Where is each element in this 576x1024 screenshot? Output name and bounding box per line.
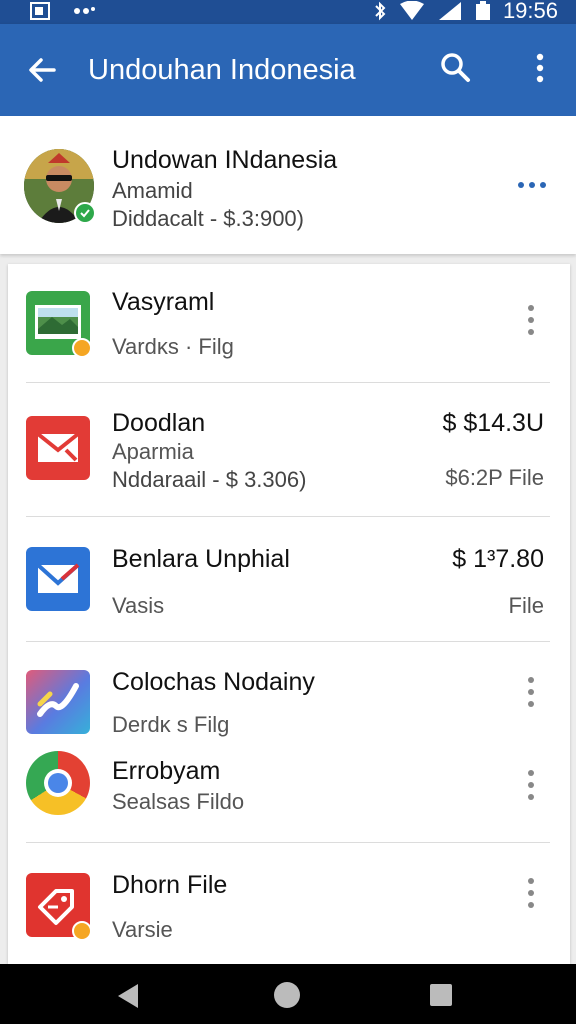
more-vert-icon <box>528 878 534 908</box>
page-title: Undouhan Indonesia <box>88 54 356 86</box>
item-meta: Nddaraail - $ 3.306) <box>112 467 307 492</box>
back-button[interactable] <box>22 50 62 90</box>
list-item[interactable]: Benlara Unphial Vasis $ 1³7.80 File <box>8 517 570 641</box>
back-arrow-icon <box>29 58 56 82</box>
app-bar: Undouhan Indonesia <box>0 24 576 116</box>
item-size: File <box>508 593 544 618</box>
item-price: $ 1³7.80 <box>452 545 544 573</box>
item-title: Benlara Unphial <box>112 545 290 573</box>
cast-icon <box>74 7 95 14</box>
list-item[interactable]: Dhorn File Varsie <box>8 843 570 964</box>
item-subtitle: Varsie <box>112 917 173 942</box>
list-item[interactable]: Vasyraml Vardĸs · Filg <box>8 264 570 382</box>
status-left <box>30 2 96 20</box>
nav-recents-icon <box>430 984 452 1006</box>
notification-icon <box>30 2 50 20</box>
verified-badge <box>74 202 96 224</box>
more-vert-icon <box>528 770 534 800</box>
status-bar: 19:56 <box>0 0 576 24</box>
profile-card[interactable]: Undowan INdanesia Amamid Diddacalt - $.3… <box>0 116 576 254</box>
item-menu-button[interactable] <box>516 672 546 712</box>
item-title: Dhorn File <box>112 871 228 899</box>
nav-recents-button[interactable] <box>428 982 454 1008</box>
profile-name: Undowan INdanesia <box>112 146 338 174</box>
item-subtitle: Vardĸs · Filg <box>112 334 234 359</box>
wifi-icon <box>399 1 424 20</box>
item-size: $6:2P File <box>445 465 544 490</box>
status-time: 19:56 <box>502 0 558 23</box>
app-list: Vasyraml Vardĸs · Filg Doodlan Aparmia N… <box>8 264 570 964</box>
chrome-app-icon <box>26 751 90 815</box>
more-vert-icon <box>528 305 534 335</box>
more-horiz-icon <box>518 182 546 188</box>
nav-home-button[interactable] <box>272 980 302 1010</box>
item-menu-button[interactable] <box>516 873 546 913</box>
navigation-bar <box>0 964 576 1024</box>
status-right: 19:56 <box>373 0 558 22</box>
nav-home-icon <box>274 982 300 1008</box>
list-item[interactable]: Errobyam Sealsas Fildo <box>8 737 570 842</box>
nav-back-button[interactable] <box>114 982 144 1010</box>
profile-more-button[interactable] <box>512 170 552 200</box>
item-title: Colochas Nodainy <box>112 668 315 696</box>
envelope-app-icon <box>26 547 90 611</box>
signal-icon <box>438 2 461 20</box>
item-subtitle: Sealsas Fildo <box>112 789 245 814</box>
profile-meta: Diddacalt - $.3:900) <box>112 206 304 231</box>
item-title: Doodlan <box>112 409 206 437</box>
check-icon <box>80 209 90 218</box>
mail-app-icon <box>26 416 90 480</box>
item-title: Vasyraml <box>112 288 215 316</box>
more-vert-icon <box>528 677 534 707</box>
profile-subtitle: Amamid <box>112 178 193 203</box>
item-subtitle: Vasis <box>112 593 165 618</box>
item-menu-button[interactable] <box>516 765 546 805</box>
item-subtitle: Derdĸ s Filg <box>112 712 230 737</box>
list-item[interactable]: Doodlan Aparmia Nddaraail - $ 3.306) $ $… <box>8 383 570 516</box>
update-badge <box>72 921 92 941</box>
item-title: Errobyam <box>112 757 221 785</box>
battery-icon <box>475 1 490 20</box>
search-button[interactable] <box>436 48 476 88</box>
gradient-app-icon <box>26 670 90 734</box>
item-price: $ $14.3U <box>442 409 544 437</box>
search-icon <box>441 53 470 82</box>
bluetooth-icon <box>375 1 386 21</box>
item-menu-button[interactable] <box>516 300 546 340</box>
update-badge <box>72 338 92 358</box>
nav-back-icon <box>118 984 138 1008</box>
list-item[interactable]: Colochas Nodainy Derdĸ s Filg <box>8 642 570 737</box>
item-subtitle: Aparmia <box>112 439 194 464</box>
more-vert-icon <box>536 53 544 83</box>
overflow-menu-button[interactable] <box>520 48 560 88</box>
